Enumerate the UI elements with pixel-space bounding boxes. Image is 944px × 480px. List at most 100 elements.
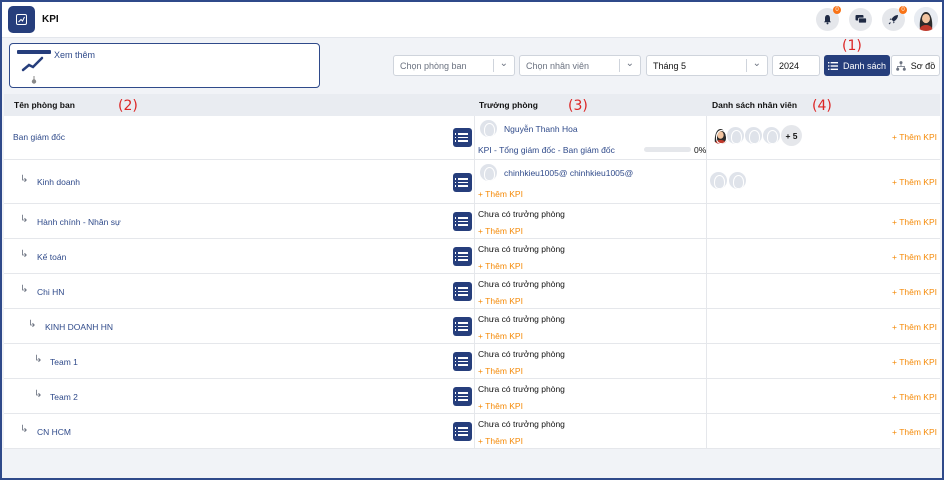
kpi-title[interactable]: KPI - Tổng giám đốc - Ban giám đốc [478, 145, 615, 155]
add-kpi-link[interactable]: + Thêm KPI [478, 189, 523, 199]
add-kpi-link[interactable]: + Thêm KPI [892, 217, 937, 227]
staff-avatar[interactable] [709, 171, 728, 190]
see-more-card[interactable]: Xem thêm [9, 43, 320, 88]
app-title: KPI [42, 14, 59, 25]
add-kpi-link[interactable]: + Thêm KPI [892, 252, 937, 262]
user-avatar[interactable] [914, 7, 938, 31]
chevron-down-icon: ⌄ [499, 58, 508, 69]
table-row: Ban giám đốc Nguyễn Thanh Hoa KPI - Tổng… [4, 116, 940, 160]
select-divider [493, 59, 494, 72]
kpi-progress-bar [644, 147, 691, 152]
no-head-text: Chưa có trưởng phòng [478, 244, 565, 254]
kpi-list-button[interactable] [453, 422, 472, 441]
department-name[interactable]: Ban giám đốc [13, 132, 65, 142]
no-head-text: Chưa có trưởng phòng [478, 209, 565, 219]
more-staff-badge[interactable]: + 5 [781, 125, 802, 146]
kpi-list-button[interactable] [453, 282, 472, 301]
indent-arrow-icon: ↳ [20, 249, 29, 260]
list-icon [455, 287, 468, 297]
list-icon [455, 217, 468, 227]
chat-icon [855, 15, 867, 24]
month-select[interactable]: Tháng 5 ⌄ [646, 55, 768, 76]
employee-select-placeholder: Chọn nhân viên [526, 61, 590, 71]
year-field-value: 2024 [779, 61, 800, 71]
add-kpi-link[interactable]: + Thêm KPI [892, 287, 937, 297]
add-kpi-link[interactable]: + Thêm KPI [478, 261, 523, 271]
table-row: ↳ CN HCM Chưa có trưởng phòng + Thêm KPI… [4, 414, 940, 449]
list-icon [455, 357, 468, 367]
kpi-list-button[interactable] [453, 387, 472, 406]
list-icon [455, 252, 468, 262]
list-icon [827, 61, 838, 70]
select-divider [619, 59, 620, 72]
head-name[interactable]: Nguyễn Thanh Hoa [504, 124, 578, 134]
add-kpi-link[interactable]: + Thêm KPI [478, 436, 523, 446]
department-name[interactable]: KINH DOANH HN [45, 322, 113, 332]
presentation-chart-icon [17, 50, 51, 84]
staff-avatar[interactable] [726, 126, 745, 145]
app-logo[interactable] [8, 6, 35, 33]
bell-icon [824, 15, 831, 25]
department-name[interactable]: Kinh doanh [37, 177, 80, 187]
list-view-label: Danh sách [842, 60, 887, 71]
kpi-list-button[interactable] [453, 247, 472, 266]
add-kpi-link[interactable]: + Thêm KPI [478, 401, 523, 411]
no-head-text: Chưa có trưởng phòng [478, 419, 565, 429]
department-select[interactable]: Chọn phòng ban ⌄ [393, 55, 515, 76]
department-select-placeholder: Chọn phòng ban [400, 61, 467, 71]
chat-button[interactable] [849, 8, 872, 31]
department-name[interactable]: Kế toán [37, 252, 66, 262]
add-kpi-link[interactable]: + Thêm KPI [892, 392, 937, 402]
marker-2: (2) [118, 98, 138, 114]
head-avatar [479, 119, 498, 138]
notification-badge: 0 [833, 6, 841, 14]
kpi-progress-value: 0% [694, 145, 707, 155]
add-kpi-link[interactable]: + Thêm KPI [892, 427, 937, 437]
chevron-down-icon: ⌄ [625, 58, 634, 69]
add-kpi-link[interactable]: + Thêm KPI [478, 331, 523, 341]
add-kpi-link[interactable]: + Thêm KPI [478, 296, 523, 306]
add-kpi-link[interactable]: + Thêm KPI [478, 226, 523, 236]
year-field[interactable]: 2024 [772, 55, 820, 76]
kpi-list-button[interactable] [453, 212, 472, 231]
marker-4: (4) [812, 98, 832, 114]
column-header-head: Trưởng phòng [479, 100, 538, 110]
kpi-list-button[interactable] [453, 317, 472, 336]
department-name[interactable]: CN HCM [37, 427, 71, 437]
staff-avatar[interactable] [744, 126, 763, 145]
kpi-list-button[interactable] [453, 352, 472, 371]
see-more-label: Xem thêm [54, 50, 96, 60]
staff-avatar[interactable] [762, 126, 781, 145]
department-name[interactable]: Team 1 [50, 357, 78, 367]
rocket-badge: 0 [899, 6, 907, 14]
kpi-list-button[interactable] [453, 173, 472, 192]
head-name[interactable]: chinhkieu1005@ chinhkieu1005@ [504, 168, 633, 178]
indent-arrow-icon: ↳ [20, 174, 29, 185]
rocket-button[interactable]: 0 [882, 6, 907, 31]
no-head-text: Chưa có trưởng phòng [478, 384, 565, 394]
head-avatar [479, 163, 498, 182]
add-kpi-link[interactable]: + Thêm KPI [892, 177, 937, 187]
add-kpi-link[interactable]: + Thêm KPI [478, 366, 523, 376]
marker-1: (1) [842, 38, 862, 54]
tree-view-label: Sơ đồ [910, 60, 936, 71]
column-header-staff: Danh sách nhân viên [712, 100, 798, 110]
department-name[interactable]: Team 2 [50, 392, 78, 402]
indent-arrow-icon: ↳ [20, 424, 29, 435]
notification-button[interactable]: 0 [816, 6, 841, 31]
tree-view-button[interactable]: Sơ đồ [891, 55, 940, 76]
department-name[interactable]: Chi HN [37, 287, 64, 297]
employee-select[interactable]: Chọn nhân viên ⌄ [519, 55, 641, 76]
list-view-button[interactable]: Danh sách [824, 55, 890, 76]
list-icon [455, 322, 468, 332]
no-head-text: Chưa có trưởng phòng [478, 314, 565, 324]
indent-arrow-icon: ↳ [34, 389, 43, 400]
kpi-list-button[interactable] [453, 128, 472, 147]
add-kpi-link[interactable]: + Thêm KPI [892, 132, 937, 142]
table-row: ↳ Chi HN Chưa có trưởng phòng + Thêm KPI… [4, 274, 940, 309]
department-name[interactable]: Hành chính - Nhân sự [37, 217, 121, 227]
table-row: ↳ Team 2 Chưa có trưởng phòng + Thêm KPI… [4, 379, 940, 414]
staff-avatar[interactable] [728, 171, 747, 190]
add-kpi-link[interactable]: + Thêm KPI [892, 357, 937, 367]
add-kpi-link[interactable]: + Thêm KPI [892, 322, 937, 332]
